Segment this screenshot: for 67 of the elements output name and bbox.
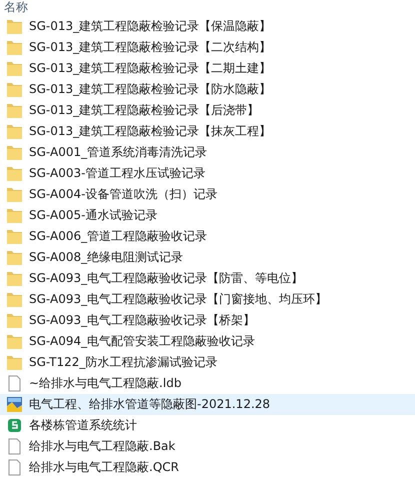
file-name: SG-A005-通水试验记录 — [29, 207, 158, 224]
file-name: SG-013_建筑工程隐蔽检验记录【后浇带】 — [29, 102, 260, 119]
folder-icon — [6, 228, 23, 245]
file-row[interactable]: SG-013_建筑工程隐蔽检验记录【后浇带】 — [0, 100, 415, 121]
folder-icon — [6, 270, 23, 287]
folder-icon — [6, 165, 23, 182]
file-row[interactable]: SG-A093_电气工程隐蔽验收记录【桥架】 — [0, 310, 415, 331]
folder-icon — [6, 81, 23, 98]
file-row[interactable]: 给排水与电气工程隐蔽.QCR — [0, 457, 415, 478]
file-name: 给排水与电气工程隐蔽.Bak — [29, 438, 176, 455]
file-name: SG-A001_管道系统消毒清洗记录 — [29, 144, 208, 161]
file-row[interactable]: SG-A094_电气配管安装工程隐蔽验收记录 — [0, 331, 415, 352]
folder-icon — [6, 291, 23, 308]
file-row[interactable]: ~给排水与电气工程隐蔽.ldb — [0, 373, 415, 394]
file-row[interactable]: SG-A001_管道系统消毒清洗记录 — [0, 142, 415, 163]
file-row[interactable]: SG-A006_管道工程隐蔽验收记录 — [0, 226, 415, 247]
file-row[interactable]: SG-A004-设备管道吹洗（扫）记录 — [0, 184, 415, 205]
file-name: SG-A006_管道工程隐蔽验收记录 — [29, 228, 208, 245]
file-name: ~给排水与电气工程隐蔽.ldb — [29, 375, 182, 392]
file-row[interactable]: SG-A008_绝缘电阻测试记录 — [0, 247, 415, 268]
file-name: SG-A004-设备管道吹洗（扫）记录 — [29, 186, 218, 203]
file-row[interactable]: SG-A005-通水试验记录 — [0, 205, 415, 226]
file-row[interactable]: SG-013_建筑工程隐蔽检验记录【防水隐蔽】 — [0, 79, 415, 100]
file-name: SG-A094_电气配管安装工程隐蔽验收记录 — [29, 333, 256, 350]
spreadsheet-icon — [6, 417, 23, 434]
folder-icon — [6, 207, 23, 224]
file-name: SG-013_建筑工程隐蔽检验记录【二次结构】 — [29, 39, 272, 56]
folder-icon — [6, 354, 23, 371]
file-name: 电气工程、给排水管道等隐蔽图-2021.12.28 — [29, 396, 270, 413]
image-file-icon — [6, 396, 23, 413]
file-row[interactable]: SG-T122_防水工程抗渗漏试验记录 — [0, 352, 415, 373]
file-name: SG-013_建筑工程隐蔽检验记录【抹灰工程】 — [29, 123, 272, 140]
folder-icon — [6, 60, 23, 77]
folder-icon — [6, 333, 23, 350]
folder-icon — [6, 102, 23, 119]
file-row[interactable]: SG-013_建筑工程隐蔽检验记录【二期土建】 — [0, 58, 415, 79]
file-row[interactable]: SG-013_建筑工程隐蔽检验记录【抹灰工程】 — [0, 121, 415, 142]
folder-icon — [6, 312, 23, 329]
file-name: SG-A008_绝缘电阻测试记录 — [29, 249, 184, 266]
folder-icon — [6, 39, 23, 56]
file-row[interactable]: SG-A093_电气工程隐蔽验收记录【防雷、等电位】 — [0, 268, 415, 289]
folder-icon — [6, 123, 23, 140]
document-icon — [6, 459, 23, 476]
file-row[interactable]: SG-013_建筑工程隐蔽检验记录【保温隐蔽】 — [0, 16, 415, 37]
file-row[interactable]: 各楼栋管道系统统计 — [0, 415, 415, 436]
folder-icon — [6, 249, 23, 266]
file-name: SG-A093_电气工程隐蔽验收记录【桥架】 — [29, 312, 256, 329]
file-name: SG-A003-管道工程水压试验记录 — [29, 165, 206, 182]
file-name: SG-013_建筑工程隐蔽检验记录【二期土建】 — [29, 60, 272, 77]
file-name: SG-A093_电气工程隐蔽验收记录【门窗接地、均压环】 — [29, 291, 328, 308]
folder-icon — [6, 144, 23, 161]
file-name: 给排水与电气工程隐蔽.QCR — [29, 459, 179, 476]
file-name: SG-013_建筑工程隐蔽检验记录【保温隐蔽】 — [29, 18, 272, 35]
column-header[interactable]: 名称 — [4, 0, 28, 14]
file-name: SG-A093_电气工程隐蔽验收记录【防雷、等电位】 — [29, 270, 304, 287]
file-name: SG-013_建筑工程隐蔽检验记录【防水隐蔽】 — [29, 81, 272, 98]
file-row[interactable]: SG-A093_电气工程隐蔽验收记录【门窗接地、均压环】 — [0, 289, 415, 310]
file-row[interactable]: SG-A003-管道工程水压试验记录 — [0, 163, 415, 184]
folder-icon — [6, 186, 23, 203]
file-row[interactable]: 给排水与电气工程隐蔽.Bak — [0, 436, 415, 457]
file-row[interactable]: 电气工程、给排水管道等隐蔽图-2021.12.28 — [0, 394, 415, 415]
folder-icon — [6, 18, 23, 35]
file-row[interactable]: SG-013_建筑工程隐蔽检验记录【二次结构】 — [0, 37, 415, 58]
document-icon — [6, 375, 23, 392]
document-icon — [6, 438, 23, 455]
file-name: 各楼栋管道系统统计 — [29, 417, 137, 434]
file-name: SG-T122_防水工程抗渗漏试验记录 — [29, 354, 218, 371]
